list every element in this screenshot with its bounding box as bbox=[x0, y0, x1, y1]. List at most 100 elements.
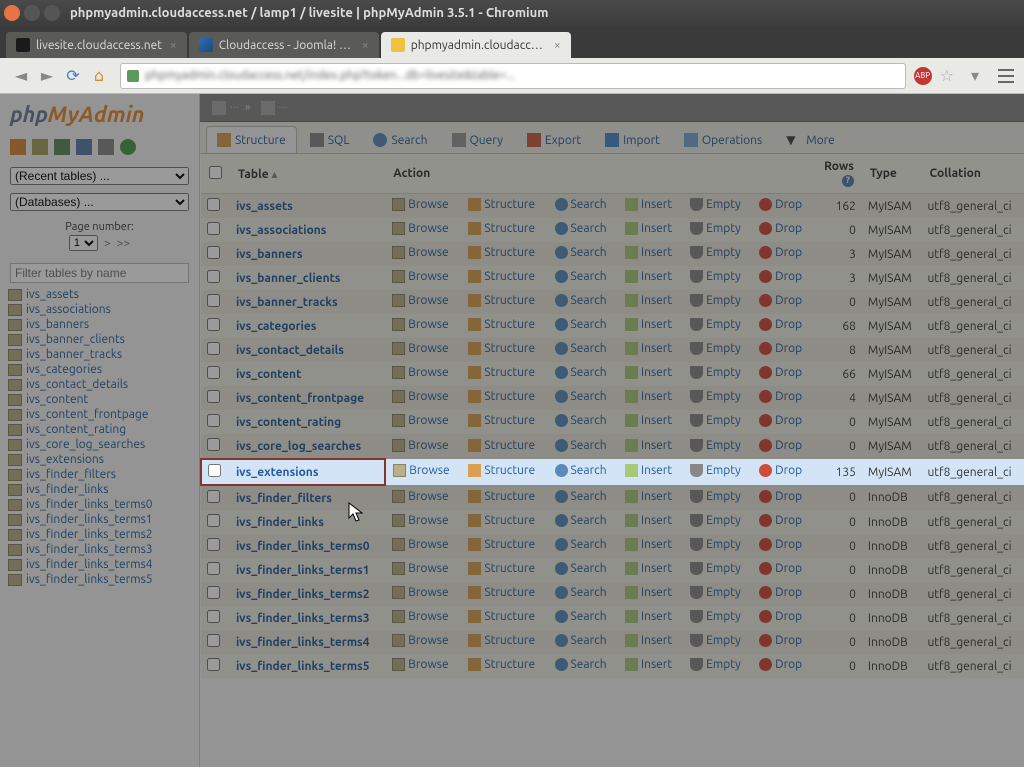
table-name-link[interactable]: ivs_finder_links_terms0 bbox=[236, 540, 370, 553]
search-action[interactable]: Search bbox=[555, 439, 607, 452]
insert-action[interactable]: Insert bbox=[625, 538, 672, 551]
empty-action[interactable]: Empty bbox=[690, 586, 741, 599]
empty-action[interactable]: Empty bbox=[690, 318, 741, 331]
reload-nav-icon[interactable] bbox=[120, 139, 136, 155]
drop-action[interactable]: Drop bbox=[759, 246, 802, 259]
row-checkbox[interactable] bbox=[207, 538, 220, 551]
empty-action[interactable]: Empty bbox=[690, 198, 741, 211]
table-name-link[interactable]: ivs_content_rating bbox=[236, 416, 341, 429]
drop-action[interactable]: Drop bbox=[759, 222, 802, 235]
browse-action[interactable]: Browse bbox=[393, 464, 449, 477]
structure-action[interactable]: Structure bbox=[468, 464, 535, 477]
browse-action[interactable]: Browse bbox=[392, 538, 448, 551]
browse-action[interactable]: Browse bbox=[392, 658, 448, 671]
sidebar-table-item[interactable]: ivs_assets bbox=[6, 287, 193, 302]
adblock-icon[interactable]: ABP bbox=[914, 67, 932, 85]
table-name-link[interactable]: ivs_extensions bbox=[236, 466, 319, 479]
tab-query[interactable]: Query bbox=[441, 126, 514, 153]
drop-action[interactable]: Drop bbox=[759, 464, 802, 477]
drop-action[interactable]: Drop bbox=[759, 514, 802, 527]
drop-action[interactable]: Drop bbox=[759, 439, 802, 452]
sidebar-table-item[interactable]: ivs_finder_links_terms3 bbox=[6, 542, 193, 557]
search-action[interactable]: Search bbox=[555, 634, 607, 647]
insert-action[interactable]: Insert bbox=[625, 294, 672, 307]
logout-icon[interactable] bbox=[32, 139, 48, 155]
row-checkbox[interactable] bbox=[207, 222, 220, 235]
close-tab-icon[interactable]: × bbox=[170, 39, 177, 52]
empty-action[interactable]: Empty bbox=[690, 610, 741, 623]
search-action[interactable]: Search bbox=[555, 658, 607, 671]
browse-action[interactable]: Browse bbox=[392, 634, 448, 647]
table-name-link[interactable]: ivs_categories bbox=[236, 320, 316, 333]
hamburger-menu-icon[interactable] bbox=[996, 67, 1016, 85]
empty-action[interactable]: Empty bbox=[690, 490, 741, 503]
insert-action[interactable]: Insert bbox=[625, 366, 672, 379]
sidebar-table-item[interactable]: ivs_banner_clients bbox=[6, 332, 193, 347]
structure-action[interactable]: Structure bbox=[468, 658, 535, 671]
browse-action[interactable]: Browse bbox=[392, 390, 448, 403]
docs-icon[interactable] bbox=[76, 139, 92, 155]
sidebar-table-item[interactable]: ivs_finder_filters bbox=[6, 467, 193, 482]
sidebar-table-item[interactable]: ivs_extensions bbox=[6, 452, 193, 467]
table-name-link[interactable]: ivs_finder_links_terms5 bbox=[236, 660, 370, 673]
browse-action[interactable]: Browse bbox=[392, 342, 448, 355]
drop-action[interactable]: Drop bbox=[759, 562, 802, 575]
search-action[interactable]: Search bbox=[555, 538, 607, 551]
table-name-link[interactable]: ivs_content_frontpage bbox=[236, 392, 364, 405]
insert-action[interactable]: Insert bbox=[625, 198, 672, 211]
select-all-checkbox[interactable] bbox=[209, 166, 222, 179]
insert-action[interactable]: Insert bbox=[625, 270, 672, 283]
browse-action[interactable]: Browse bbox=[392, 610, 448, 623]
table-name-link[interactable]: ivs_finder_links_terms2 bbox=[236, 588, 370, 601]
sidebar-table-item[interactable]: ivs_core_log_searches bbox=[6, 437, 193, 452]
home-button[interactable]: ⌂ bbox=[88, 65, 110, 87]
browse-action[interactable]: Browse bbox=[392, 198, 448, 211]
browser-tab[interactable]: Cloudaccess - Joomla! as a...× bbox=[189, 32, 379, 58]
insert-action[interactable]: Insert bbox=[625, 318, 672, 331]
insert-action[interactable]: Insert bbox=[625, 414, 672, 427]
row-checkbox[interactable] bbox=[207, 658, 220, 671]
table-name-link[interactable]: ivs_assets bbox=[236, 200, 293, 213]
empty-action[interactable]: Empty bbox=[690, 538, 741, 551]
tab-structure[interactable]: Structure bbox=[206, 126, 297, 153]
databases-select[interactable]: (Databases) ... bbox=[10, 193, 189, 211]
insert-action[interactable]: Insert bbox=[625, 610, 672, 623]
structure-action[interactable]: Structure bbox=[468, 562, 535, 575]
page-last[interactable]: >> bbox=[117, 237, 131, 250]
sidebar-table-item[interactable]: ivs_categories bbox=[6, 362, 193, 377]
empty-action[interactable]: Empty bbox=[690, 366, 741, 379]
browse-action[interactable]: Browse bbox=[392, 294, 448, 307]
drop-action[interactable]: Drop bbox=[759, 270, 802, 283]
row-checkbox[interactable] bbox=[207, 634, 220, 647]
server-icon[interactable] bbox=[212, 101, 226, 115]
insert-action[interactable]: Insert bbox=[625, 658, 672, 671]
structure-action[interactable]: Structure bbox=[468, 318, 535, 331]
filter-tables-input[interactable] bbox=[10, 263, 189, 283]
insert-action[interactable]: Insert bbox=[625, 634, 672, 647]
home-icon[interactable] bbox=[10, 139, 26, 155]
drop-action[interactable]: Drop bbox=[759, 610, 802, 623]
empty-action[interactable]: Empty bbox=[690, 514, 741, 527]
drop-action[interactable]: Drop bbox=[759, 390, 802, 403]
database-icon[interactable] bbox=[261, 101, 275, 115]
sidebar-table-item[interactable]: ivs_finder_links_terms1 bbox=[6, 512, 193, 527]
table-name-link[interactable]: ivs_core_log_searches bbox=[236, 440, 361, 453]
tab-sql[interactable]: SQL bbox=[299, 126, 361, 153]
structure-action[interactable]: Structure bbox=[468, 270, 535, 283]
table-name-link[interactable]: ivs_contact_details bbox=[236, 344, 344, 357]
page-number-select[interactable]: 1 bbox=[69, 235, 98, 251]
row-checkbox[interactable] bbox=[207, 270, 220, 283]
tab-export[interactable]: Export bbox=[516, 126, 592, 153]
structure-action[interactable]: Structure bbox=[468, 246, 535, 259]
empty-action[interactable]: Empty bbox=[690, 634, 741, 647]
structure-action[interactable]: Structure bbox=[468, 198, 535, 211]
drop-action[interactable]: Drop bbox=[759, 342, 802, 355]
help-icon[interactable]: ? bbox=[842, 175, 854, 187]
browse-action[interactable]: Browse bbox=[392, 318, 448, 331]
search-action[interactable]: Search bbox=[555, 342, 607, 355]
sidebar-table-item[interactable]: ivs_content bbox=[6, 392, 193, 407]
structure-action[interactable]: Structure bbox=[468, 222, 535, 235]
query-window-icon[interactable] bbox=[54, 139, 70, 155]
drop-action[interactable]: Drop bbox=[759, 538, 802, 551]
bookmark-icon[interactable]: ☆ bbox=[940, 66, 954, 85]
